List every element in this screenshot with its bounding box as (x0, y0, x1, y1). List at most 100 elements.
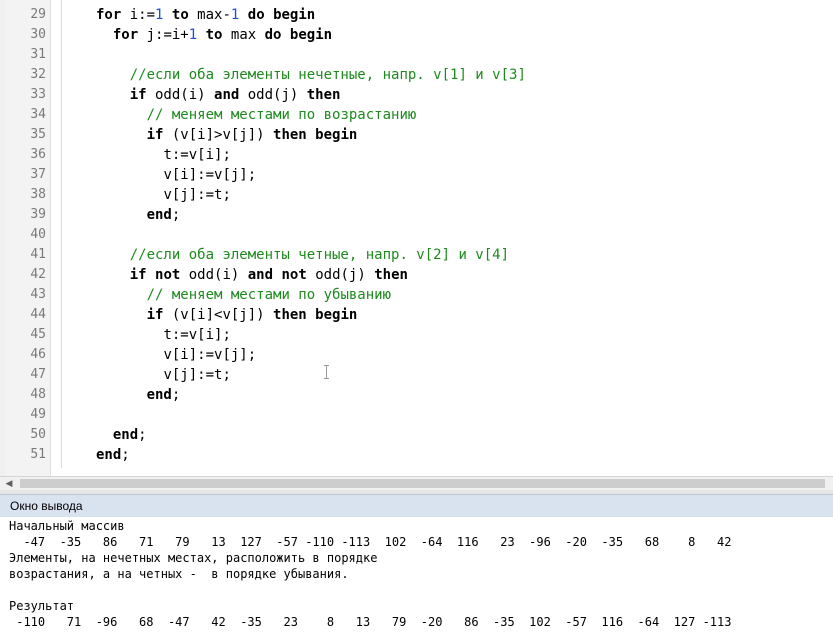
code-token: v[j]:=t; (163, 187, 231, 203)
code-text: //если оба элементы нечетные, напр. v[1]… (96, 65, 526, 85)
code-token: t:=v[i]; (163, 327, 231, 343)
code-token: odd(i) (180, 267, 248, 283)
line-number: 35 (30, 127, 46, 142)
code-token: ; (171, 387, 181, 403)
line-number: 46 (30, 347, 46, 362)
code-line[interactable]: 42 if not odd(i) and not odd(j) then (0, 265, 833, 285)
output-line: Начальный массив (9, 519, 125, 533)
code-token: odd(i) (146, 87, 215, 103)
code-line[interactable]: 39 end; (0, 205, 833, 225)
code-token: (v[i]>v[j]) (163, 127, 274, 143)
code-editor[interactable]: 29 for i:=1 to max-1 do begin 30 for j:=i+… (0, 0, 833, 476)
code-line[interactable]: 51 end; (0, 445, 833, 465)
code-text: end; (96, 205, 181, 225)
code-keyword: end (112, 427, 139, 443)
code-keyword: then (273, 307, 307, 323)
scrollbar-thumb[interactable] (20, 479, 825, 488)
line-number: 34 (30, 107, 46, 122)
code-line[interactable]: 35 if (v[i]>v[j]) then begin (0, 125, 833, 145)
line-number: 31 (30, 47, 46, 62)
code-text: // меняем местами по возрастанию (96, 105, 417, 125)
code-line[interactable]: 45 t:=v[i]; (0, 325, 833, 345)
code-line[interactable]: 32 //если оба элементы нечетные, напр. v… (0, 65, 833, 85)
code-token: max- (188, 7, 231, 23)
line-number: 47 (30, 367, 46, 382)
code-line[interactable]: 33 if odd(i) and odd(j) then (0, 85, 833, 105)
code-keyword: for (96, 7, 122, 23)
code-keyword: not (281, 267, 307, 283)
code-token: j:=i+ (138, 27, 189, 43)
code-keyword: if (129, 87, 147, 103)
code-line[interactable]: 30 for j:=i+1 to max do begin (0, 25, 833, 45)
editor-horizontal-scrollbar[interactable]: ◀ (0, 476, 833, 491)
i-beam-cursor-icon (324, 365, 330, 379)
output-panel[interactable]: Начальный массив -47 -35 86 71 79 13 127… (0, 517, 833, 642)
code-token: ; (171, 207, 181, 223)
code-line[interactable]: 37 v[i]:=v[j]; (0, 165, 833, 185)
code-text: end; (96, 385, 181, 405)
code-token: i:= (121, 7, 156, 23)
code-keyword: if (146, 127, 164, 143)
code-line[interactable]: 44 if (v[i]<v[j]) then begin (0, 305, 833, 325)
code-keyword: if (146, 307, 164, 323)
code-comment: // меняем местами по возрастанию (146, 107, 417, 123)
code-keyword: end (146, 387, 172, 403)
code-keyword: end (96, 447, 122, 463)
code-line[interactable]: 47 v[j]:=t; (0, 365, 833, 385)
code-comment: //если оба элементы нечетные, напр. v[1]… (129, 67, 526, 83)
code-keyword: begin (315, 307, 358, 323)
code-line[interactable]: 46 v[i]:=v[j]; (0, 345, 833, 365)
code-text: for i:=1 to max-1 do begin (96, 5, 315, 25)
code-line[interactable]: 48 end; (0, 385, 833, 405)
code-text: v[j]:=t; (96, 365, 230, 385)
code-text: for j:=i+1 to max do begin (96, 25, 332, 45)
code-line[interactable]: 38 v[j]:=t; (0, 185, 833, 205)
code-keyword: do (264, 27, 282, 43)
code-text: v[i]:=v[j]; (96, 165, 256, 185)
line-number: 49 (30, 407, 46, 422)
code-line[interactable]: 43 // меняем местами по убыванию (0, 285, 833, 305)
code-keyword: do (247, 7, 265, 23)
output-panel-title: Окно вывода (10, 499, 83, 513)
code-line[interactable]: 36 t:=v[i]; (0, 145, 833, 165)
code-text: v[i]:=v[j]; (96, 345, 256, 365)
code-keyword: end (146, 207, 172, 223)
code-token: odd(j) (306, 267, 375, 283)
line-number: 40 (30, 227, 46, 242)
code-line[interactable]: 41 //если оба элементы четные, напр. v[2… (0, 245, 833, 265)
code-comment: // меняем местами по убыванию (146, 287, 392, 303)
code-line[interactable]: 40 (0, 225, 833, 245)
code-text: if (v[i]<v[j]) then begin (96, 305, 358, 325)
output-line: Элементы, на нечетных местах, расположит… (9, 551, 378, 565)
code-text: v[j]:=t; (96, 185, 231, 205)
code-line[interactable]: 50 end; (0, 425, 833, 445)
code-line[interactable]: 34 // меняем местами по возрастанию (0, 105, 833, 125)
line-number: 51 (30, 447, 46, 462)
line-number: 30 (30, 27, 46, 42)
arrow-left-icon[interactable]: ◀ (4, 479, 14, 489)
code-token: ; (138, 427, 147, 443)
code-number: 1 (188, 27, 198, 43)
code-line[interactable]: 49 (0, 405, 833, 425)
code-token: t:=v[i]; (163, 147, 231, 163)
code-comment: //если оба элементы четные, напр. v[2] и… (129, 247, 510, 263)
code-keyword: to (205, 27, 223, 43)
code-keyword: then (374, 267, 408, 283)
code-line[interactable]: 29 for i:=1 to max-1 do begin (0, 5, 833, 25)
code-line[interactable]: 31 (0, 45, 833, 65)
